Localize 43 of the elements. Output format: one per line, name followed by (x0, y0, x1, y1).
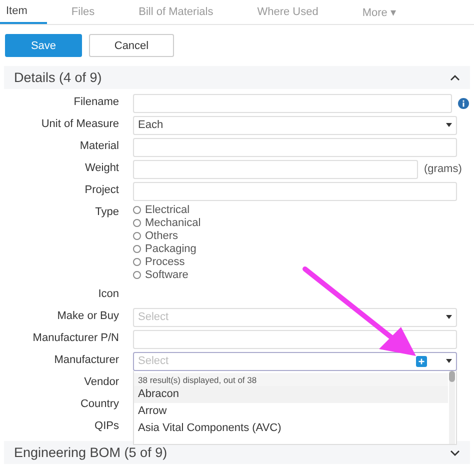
input-field[interactable] (133, 182, 457, 200)
field-label: Manufacturer (53, 353, 120, 368)
field-label: Make or Buy (56, 309, 120, 324)
input-field[interactable] (133, 138, 457, 156)
dropdown-option[interactable]: Arrow (134, 402, 448, 420)
plus-icon[interactable] (416, 356, 427, 366)
section-title: Details (4 of 9) (14, 70, 102, 85)
field-label: Unit of Measure (40, 117, 120, 132)
dropdown-option[interactable]: Asia Vital Components (AVC) (134, 420, 448, 436)
field-label: Icon (97, 287, 120, 302)
radio-option[interactable]: Software (133, 268, 201, 281)
field-label: Type (94, 205, 120, 220)
dropdown-option[interactable]: Abracon (134, 386, 448, 402)
radio-option[interactable]: Others (133, 229, 201, 242)
field-label: Material (78, 139, 120, 154)
input-field[interactable] (133, 160, 418, 178)
cancel-button[interactable]: Cancel (89, 34, 174, 57)
section-title: Engineering BOM (5 of 9) (14, 445, 168, 460)
caret-icon (446, 359, 452, 363)
field-label: Project (84, 183, 120, 198)
radio-option[interactable]: Process (133, 255, 201, 268)
unit-label: (grams) (424, 163, 462, 175)
scrollbar[interactable] (449, 370, 455, 444)
caret-icon (446, 315, 452, 319)
input-field[interactable] (133, 330, 457, 348)
field-label: QIPs (94, 419, 120, 434)
results-count: 38 result(s) displayed, out of 38 (134, 372, 448, 386)
chevron-icon (450, 74, 460, 80)
info-icon[interactable] (458, 98, 469, 108)
section-header[interactable]: Details (4 of 9) (4, 66, 470, 89)
tab[interactable]: Item (0, 0, 48, 24)
radio-option[interactable]: Mechanical (133, 216, 201, 229)
input-field[interactable] (133, 94, 452, 112)
field-label: Country (79, 397, 120, 412)
radio-option[interactable]: Packaging (133, 242, 201, 255)
field-label: Manufacturer P/N (32, 331, 120, 346)
radio-option[interactable]: Electrical (133, 203, 201, 216)
field-label: Filename (72, 95, 120, 110)
dropdown-field[interactable]: Each (133, 116, 457, 134)
field-label: Weight (84, 161, 120, 176)
chevron-icon (450, 450, 460, 456)
field-label: Vendor (83, 375, 120, 390)
caret-icon (446, 123, 452, 127)
